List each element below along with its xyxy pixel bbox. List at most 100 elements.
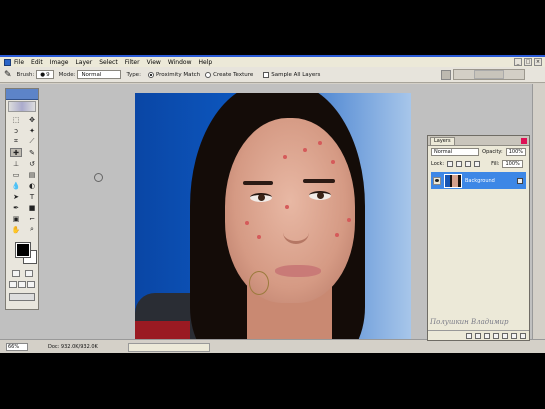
mask-mode-row — [6, 268, 38, 279]
menu-help[interactable]: Help — [199, 59, 213, 66]
menu-view[interactable]: View — [147, 59, 161, 66]
close-panel-icon[interactable] — [521, 138, 527, 144]
tool-preset-icon[interactable]: ✎ — [4, 70, 12, 80]
lock-all-icon[interactable] — [474, 161, 481, 167]
shape-tool-icon[interactable]: ■ — [26, 203, 38, 212]
create-texture-radio[interactable] — [205, 71, 212, 78]
move-tool-icon[interactable]: ✥ — [26, 115, 38, 124]
eraser-tool-icon[interactable]: ▭ — [10, 170, 22, 179]
adjustment-layer-icon[interactable] — [502, 332, 508, 339]
link-layers-icon[interactable] — [466, 332, 472, 339]
slice-tool-icon[interactable]: ⟋ — [26, 137, 38, 146]
lock-image-icon[interactable] — [456, 161, 463, 167]
right-rail — [532, 84, 545, 339]
menu-file[interactable]: File — [14, 59, 24, 66]
layer-style-icon[interactable] — [475, 332, 481, 339]
blemish — [303, 148, 307, 152]
menu-window[interactable]: Window — [168, 59, 192, 66]
brush-tool-icon[interactable]: ✎ — [26, 148, 38, 157]
lasso-tool-icon[interactable]: ↄ — [10, 126, 22, 135]
minimize-button[interactable]: _ — [514, 58, 522, 66]
marquee-tool-icon[interactable]: ⬚ — [10, 115, 22, 124]
fill-field[interactable]: 100% — [502, 160, 523, 168]
menu-select[interactable]: Select — [99, 59, 118, 66]
brush-picker[interactable]: ● 9 — [36, 70, 54, 79]
horizontal-scrollbar[interactable] — [127, 342, 210, 352]
mode-value: Normal — [81, 71, 102, 78]
maximize-button[interactable]: □ — [524, 58, 532, 66]
menu-filter[interactable]: Filter — [125, 59, 140, 66]
pen-tool-icon[interactable]: ✒ — [10, 203, 22, 212]
hand-tool-icon[interactable]: ✋ — [10, 225, 22, 234]
opacity-field[interactable]: 100% — [505, 148, 526, 156]
crop-tool-icon[interactable]: ⌗ — [10, 137, 22, 146]
delete-layer-icon[interactable] — [520, 332, 526, 339]
quick-mask-icon[interactable] — [24, 270, 33, 277]
file-browser-icon[interactable] — [441, 70, 451, 80]
close-button[interactable]: × — [534, 58, 542, 66]
status-bar: 66% Doc: 932.0K/932.0K — [0, 339, 545, 353]
photo-shirt-accent — [135, 321, 190, 340]
screen-mode-full-icon[interactable] — [26, 281, 35, 288]
layer-name: Background — [465, 177, 495, 184]
jump-to-imageready-icon[interactable] — [9, 293, 35, 301]
options-bar: ✎ Brush: ● 9 Mode: Normal Type: Proximit… — [0, 67, 545, 83]
mode-select[interactable]: Normal — [77, 70, 122, 79]
blemish — [245, 221, 249, 225]
visibility-eye-icon[interactable] — [433, 176, 441, 185]
new-layer-icon[interactable] — [511, 332, 517, 339]
menu-image[interactable]: Image — [50, 59, 69, 66]
dodge-tool-icon[interactable]: ◐ — [26, 181, 38, 190]
blend-row: Normal Opacity: 100% — [428, 146, 529, 158]
photo-earring — [249, 271, 269, 295]
photo-left-brow — [243, 181, 273, 185]
blend-mode-select[interactable]: Normal — [431, 148, 480, 156]
blemish — [331, 160, 335, 164]
screen-mode-full-menu-icon[interactable] — [17, 281, 26, 288]
gradient-tool-icon[interactable]: ▤ — [26, 170, 38, 179]
brush-label: Brush: — [16, 71, 35, 78]
notes-tool-icon[interactable]: ▣ — [10, 214, 22, 223]
screen-mode-row — [6, 279, 38, 290]
menu-edit[interactable]: Edit — [31, 59, 43, 66]
blend-mode-value: Normal — [434, 149, 453, 155]
layers-panel: Layers Normal Opacity: 100% Lock: Fill: … — [427, 135, 530, 341]
proximity-match-radio[interactable] — [147, 71, 154, 78]
clone-stamp-tool-icon[interactable]: ⊥ — [10, 159, 22, 168]
photo-left-iris — [258, 194, 265, 201]
blemish — [347, 218, 351, 222]
toolbox-title-bar[interactable] — [6, 89, 38, 100]
screen-mode-standard-icon[interactable] — [9, 281, 18, 288]
add-mask-icon[interactable] — [484, 332, 490, 339]
new-set-icon[interactable] — [493, 332, 499, 339]
foreground-color-swatch[interactable] — [15, 242, 31, 258]
document-canvas[interactable] — [135, 93, 411, 340]
zoom-field[interactable]: 66% — [6, 343, 28, 351]
document-size[interactable]: Doc: 932.0K/932.0K — [48, 344, 98, 350]
photo-right-brow — [303, 179, 335, 183]
eyedropper-tool-icon[interactable]: ⌐ — [26, 214, 38, 223]
healing-brush-tool-icon[interactable]: ✚ — [10, 148, 22, 157]
history-brush-tool-icon[interactable]: ↺ — [26, 159, 38, 168]
sample-all-layers-checkbox[interactable] — [263, 71, 270, 78]
layer-thumbnail — [444, 173, 462, 188]
photo-mouth — [275, 265, 321, 277]
photoshop-window: File Edit Image Layer Select Filter View… — [0, 55, 545, 353]
layer-lock-icon — [517, 177, 523, 184]
mode-label: Mode: — [58, 71, 76, 78]
standard-mode-icon[interactable] — [11, 270, 20, 277]
path-selection-tool-icon[interactable]: ➤ — [10, 192, 22, 201]
palette-well-tab[interactable] — [474, 70, 504, 79]
magic-wand-tool-icon[interactable]: ✦ — [26, 126, 38, 135]
tab-layers[interactable]: Layers — [430, 137, 455, 145]
blur-tool-icon[interactable]: 💧 — [10, 181, 22, 190]
lock-transparent-icon[interactable] — [447, 161, 454, 167]
layer-row-background[interactable]: Background — [431, 172, 526, 189]
type-tool-icon[interactable]: T — [26, 192, 38, 201]
layers-panel-footer — [428, 330, 529, 340]
color-swatches — [10, 239, 37, 265]
lock-position-icon[interactable] — [465, 161, 472, 167]
menu-layer[interactable]: Layer — [75, 59, 92, 66]
zoom-tool-icon[interactable]: ⌕ — [26, 225, 38, 234]
adobe-feather-icon[interactable] — [8, 101, 36, 112]
